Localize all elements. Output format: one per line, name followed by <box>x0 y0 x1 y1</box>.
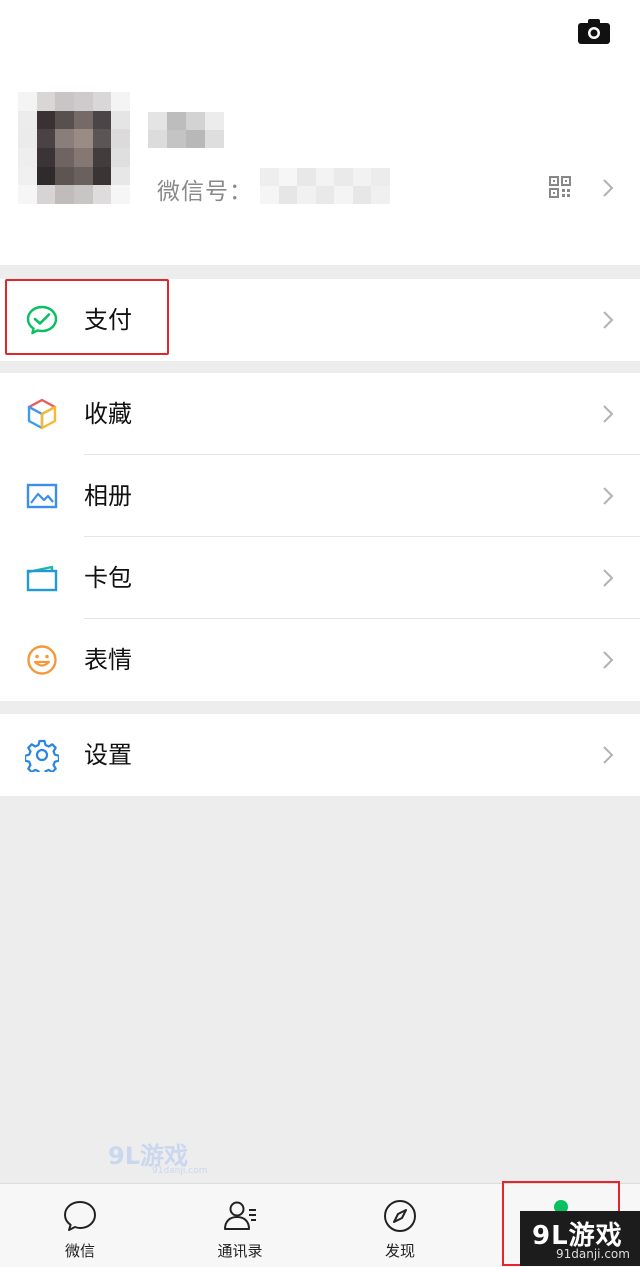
menu-item-album[interactable]: 相册 <box>0 455 640 537</box>
chevron-right-icon <box>603 405 614 423</box>
avatar[interactable] <box>18 92 130 204</box>
chevron-right-icon <box>603 487 614 505</box>
nickname-blurred <box>148 112 224 148</box>
wechat-id-blurred <box>260 168 390 204</box>
album-image-icon <box>26 483 58 509</box>
compass-icon <box>384 1200 416 1232</box>
menu-item-label: 表情 <box>84 646 132 674</box>
menu-item-label: 设置 <box>84 741 132 769</box>
menu-item-label: 卡包 <box>84 564 132 592</box>
favorites-cube-icon <box>27 398 57 430</box>
tab-label: 发现 <box>384 1242 415 1260</box>
card-wallet-icon <box>26 565 58 592</box>
chevron-right-icon <box>603 179 614 197</box>
chevron-right-icon <box>603 569 614 587</box>
watermark-domain: 91danji.com <box>556 1247 630 1261</box>
corner-watermark: 9L游戏 91danji.com <box>520 1211 640 1266</box>
settings-group: 设置 <box>0 714 640 796</box>
gear-icon <box>25 739 59 772</box>
chat-bubble-icon <box>64 1201 96 1231</box>
menu-item-cards[interactable]: 卡包 <box>0 537 640 619</box>
menu-item-stickers[interactable]: 表情 <box>0 619 640 701</box>
tab-discover[interactable]: 发现 <box>320 1184 480 1267</box>
qr-code-icon[interactable] <box>549 176 571 198</box>
chevron-right-icon <box>603 746 614 764</box>
menu-item-label: 相册 <box>84 482 132 510</box>
sticker-smile-icon <box>27 645 57 675</box>
tab-label: 微信 <box>64 1242 95 1260</box>
profile-header[interactable]: 微信号： <box>0 0 640 265</box>
wechat-id-label: 微信号： <box>157 179 253 205</box>
contacts-icon <box>224 1201 256 1230</box>
svg-text:91danji.com: 91danji.com <box>152 1166 207 1176</box>
menu-item-label: 收藏 <box>84 400 132 428</box>
menu-item-favorites[interactable]: 收藏 <box>0 373 640 455</box>
tab-chats[interactable]: 微信 <box>0 1184 160 1267</box>
highlight-box-pay <box>5 279 169 355</box>
menu-group: 收藏 相册 卡包 表情 <box>0 373 640 701</box>
menu-item-settings[interactable]: 设置 <box>0 714 640 796</box>
tab-label: 通讯录 <box>217 1242 263 1260</box>
camera-icon[interactable] <box>578 18 610 44</box>
tab-contacts[interactable]: 通讯录 <box>160 1184 320 1267</box>
chevron-right-icon <box>603 651 614 669</box>
chevron-right-icon <box>603 311 614 329</box>
watermark-logo: 9L游戏 91danji.com <box>108 1142 207 1176</box>
